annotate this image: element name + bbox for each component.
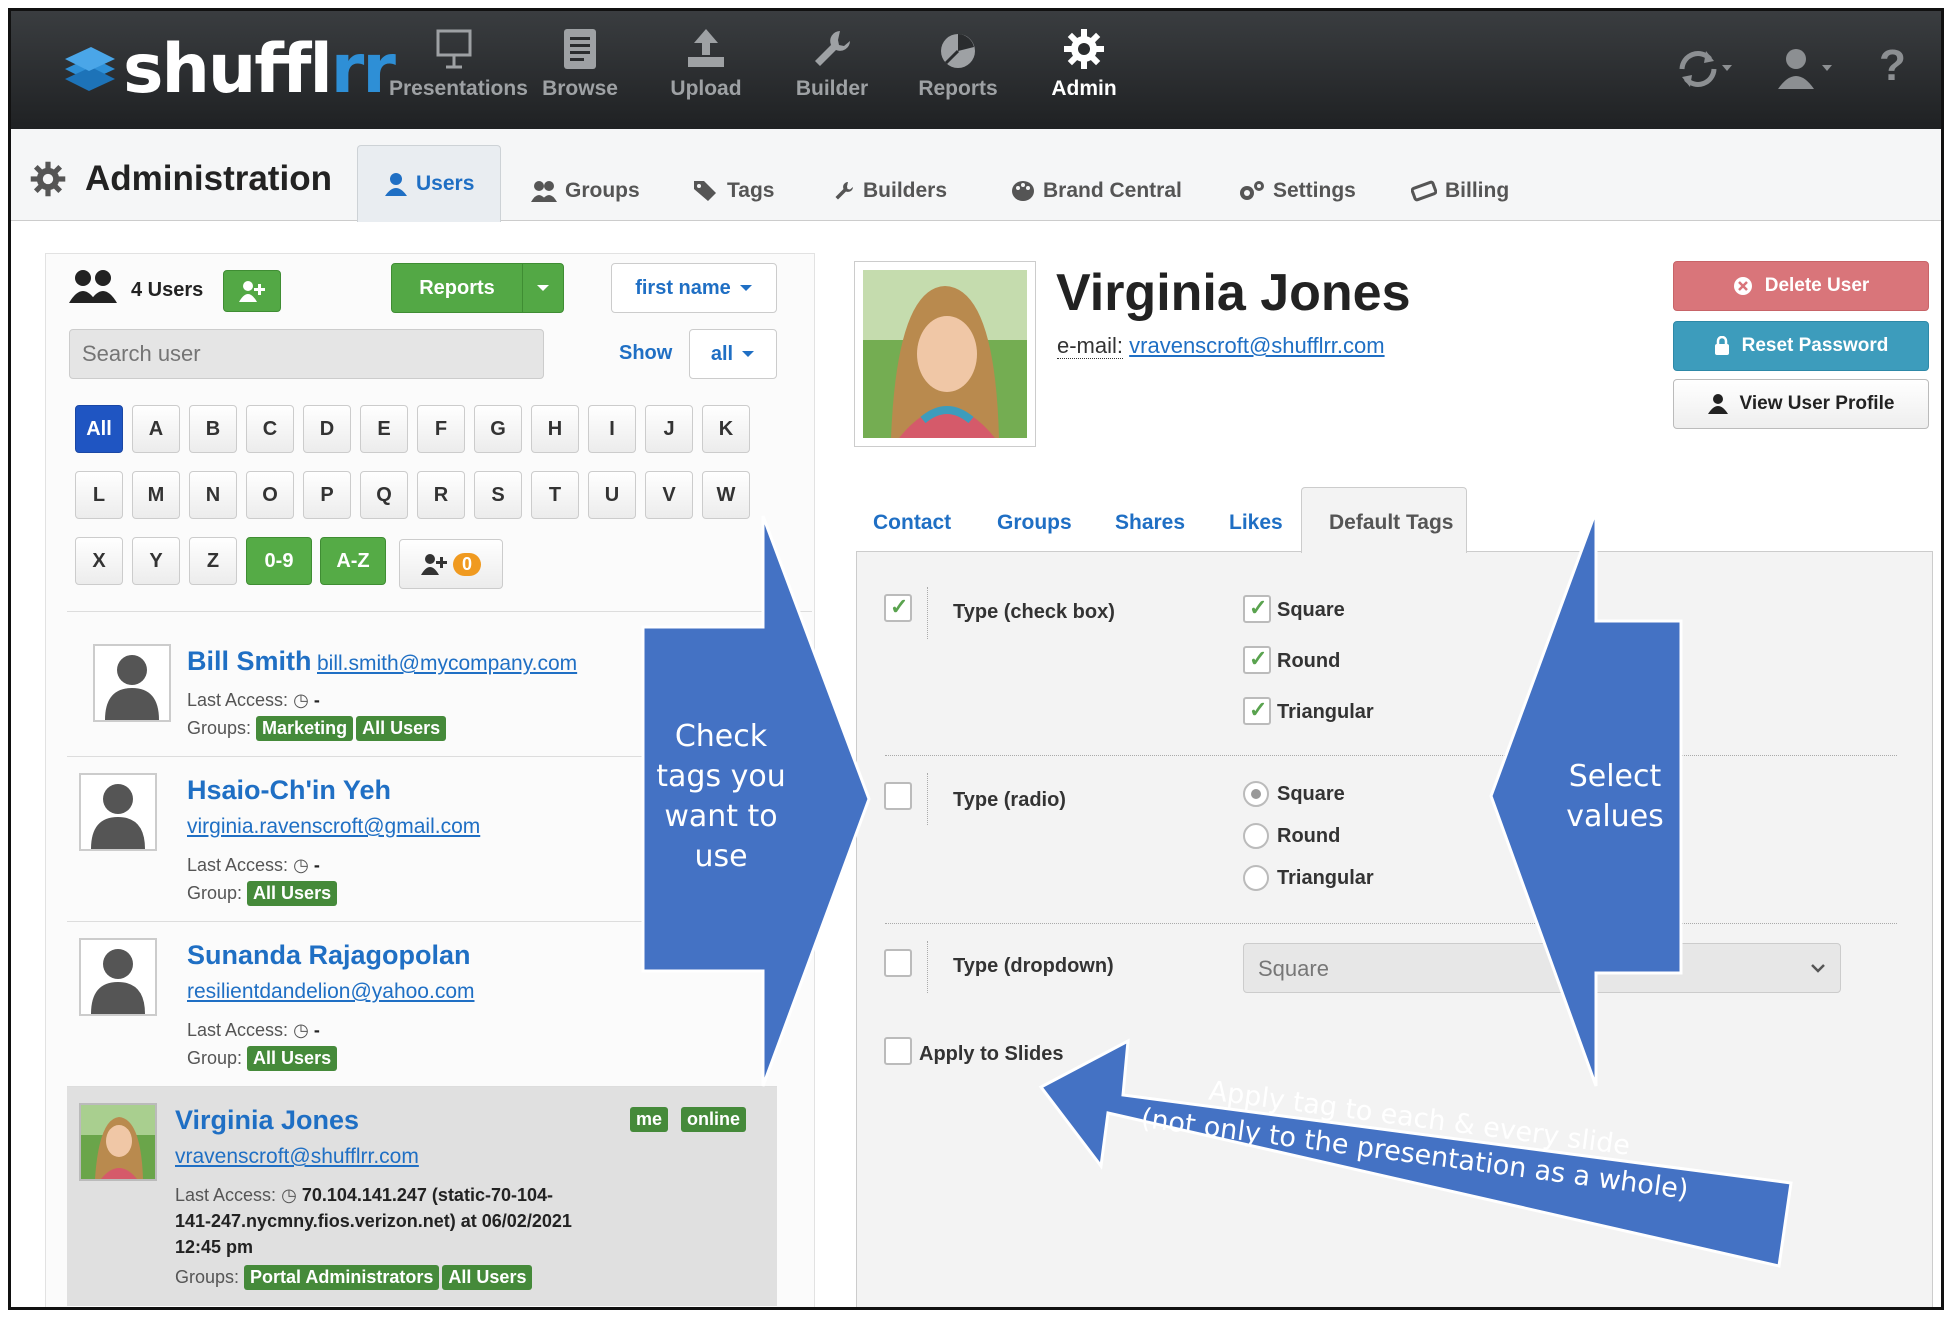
letter-filter-v[interactable]: V [645, 471, 693, 519]
callout-left-line: tags you [656, 759, 786, 794]
letter-filter-y[interactable]: Y [132, 537, 180, 585]
letter-filter-g[interactable]: G [474, 405, 522, 453]
letter-filter-d[interactable]: D [303, 405, 351, 453]
letter-filter-a-z[interactable]: A-Z [320, 537, 386, 585]
callout-arrows [641, 510, 1793, 1268]
letter-filter-t[interactable]: T [531, 471, 579, 519]
callout-left-text: Check tags you want to use [647, 717, 795, 877]
callout-left-line: use [694, 839, 748, 874]
letter-filter-u[interactable]: U [588, 471, 636, 519]
letter-filter-h[interactable]: H [531, 405, 579, 453]
letter-filter-0-9[interactable]: 0-9 [246, 537, 312, 585]
letter-filter-r[interactable]: R [417, 471, 465, 519]
letter-filter-b[interactable]: B [189, 405, 237, 453]
letter-filter-e[interactable]: E [360, 405, 408, 453]
letter-filter-q[interactable]: Q [360, 471, 408, 519]
callout-left-line: Check [674, 719, 768, 754]
letter-filter-a[interactable]: A [132, 405, 180, 453]
letter-filter-k[interactable]: K [702, 405, 750, 453]
callout-left-line: want to [664, 799, 778, 834]
letter-filter-s[interactable]: S [474, 471, 522, 519]
letter-filter-n[interactable]: N [189, 471, 237, 519]
letter-filter-w[interactable]: W [702, 471, 750, 519]
letter-filter-j[interactable]: J [645, 405, 693, 453]
letter-filter-c[interactable]: C [246, 405, 294, 453]
letter-filter-f[interactable]: F [417, 405, 465, 453]
letter-filter-o[interactable]: O [246, 471, 294, 519]
callout-right-line: Select [1568, 759, 1662, 794]
letter-filter-z[interactable]: Z [189, 537, 237, 585]
app-frame: shufflrr Presentations Browse Upload Bui… [8, 8, 1944, 1310]
callout-right-text: Select values [1555, 757, 1675, 837]
letter-filter-all[interactable]: All [75, 405, 123, 453]
letter-filter-x[interactable]: X [75, 537, 123, 585]
callout-right-line: values [1566, 799, 1664, 834]
letter-filter-i[interactable]: I [588, 405, 636, 453]
letter-filter-m[interactable]: M [132, 471, 180, 519]
letter-filter-p[interactable]: P [303, 471, 351, 519]
tab-default-tags[interactable]: Default Tags [1329, 511, 1453, 535]
letter-filter-l[interactable]: L [75, 471, 123, 519]
